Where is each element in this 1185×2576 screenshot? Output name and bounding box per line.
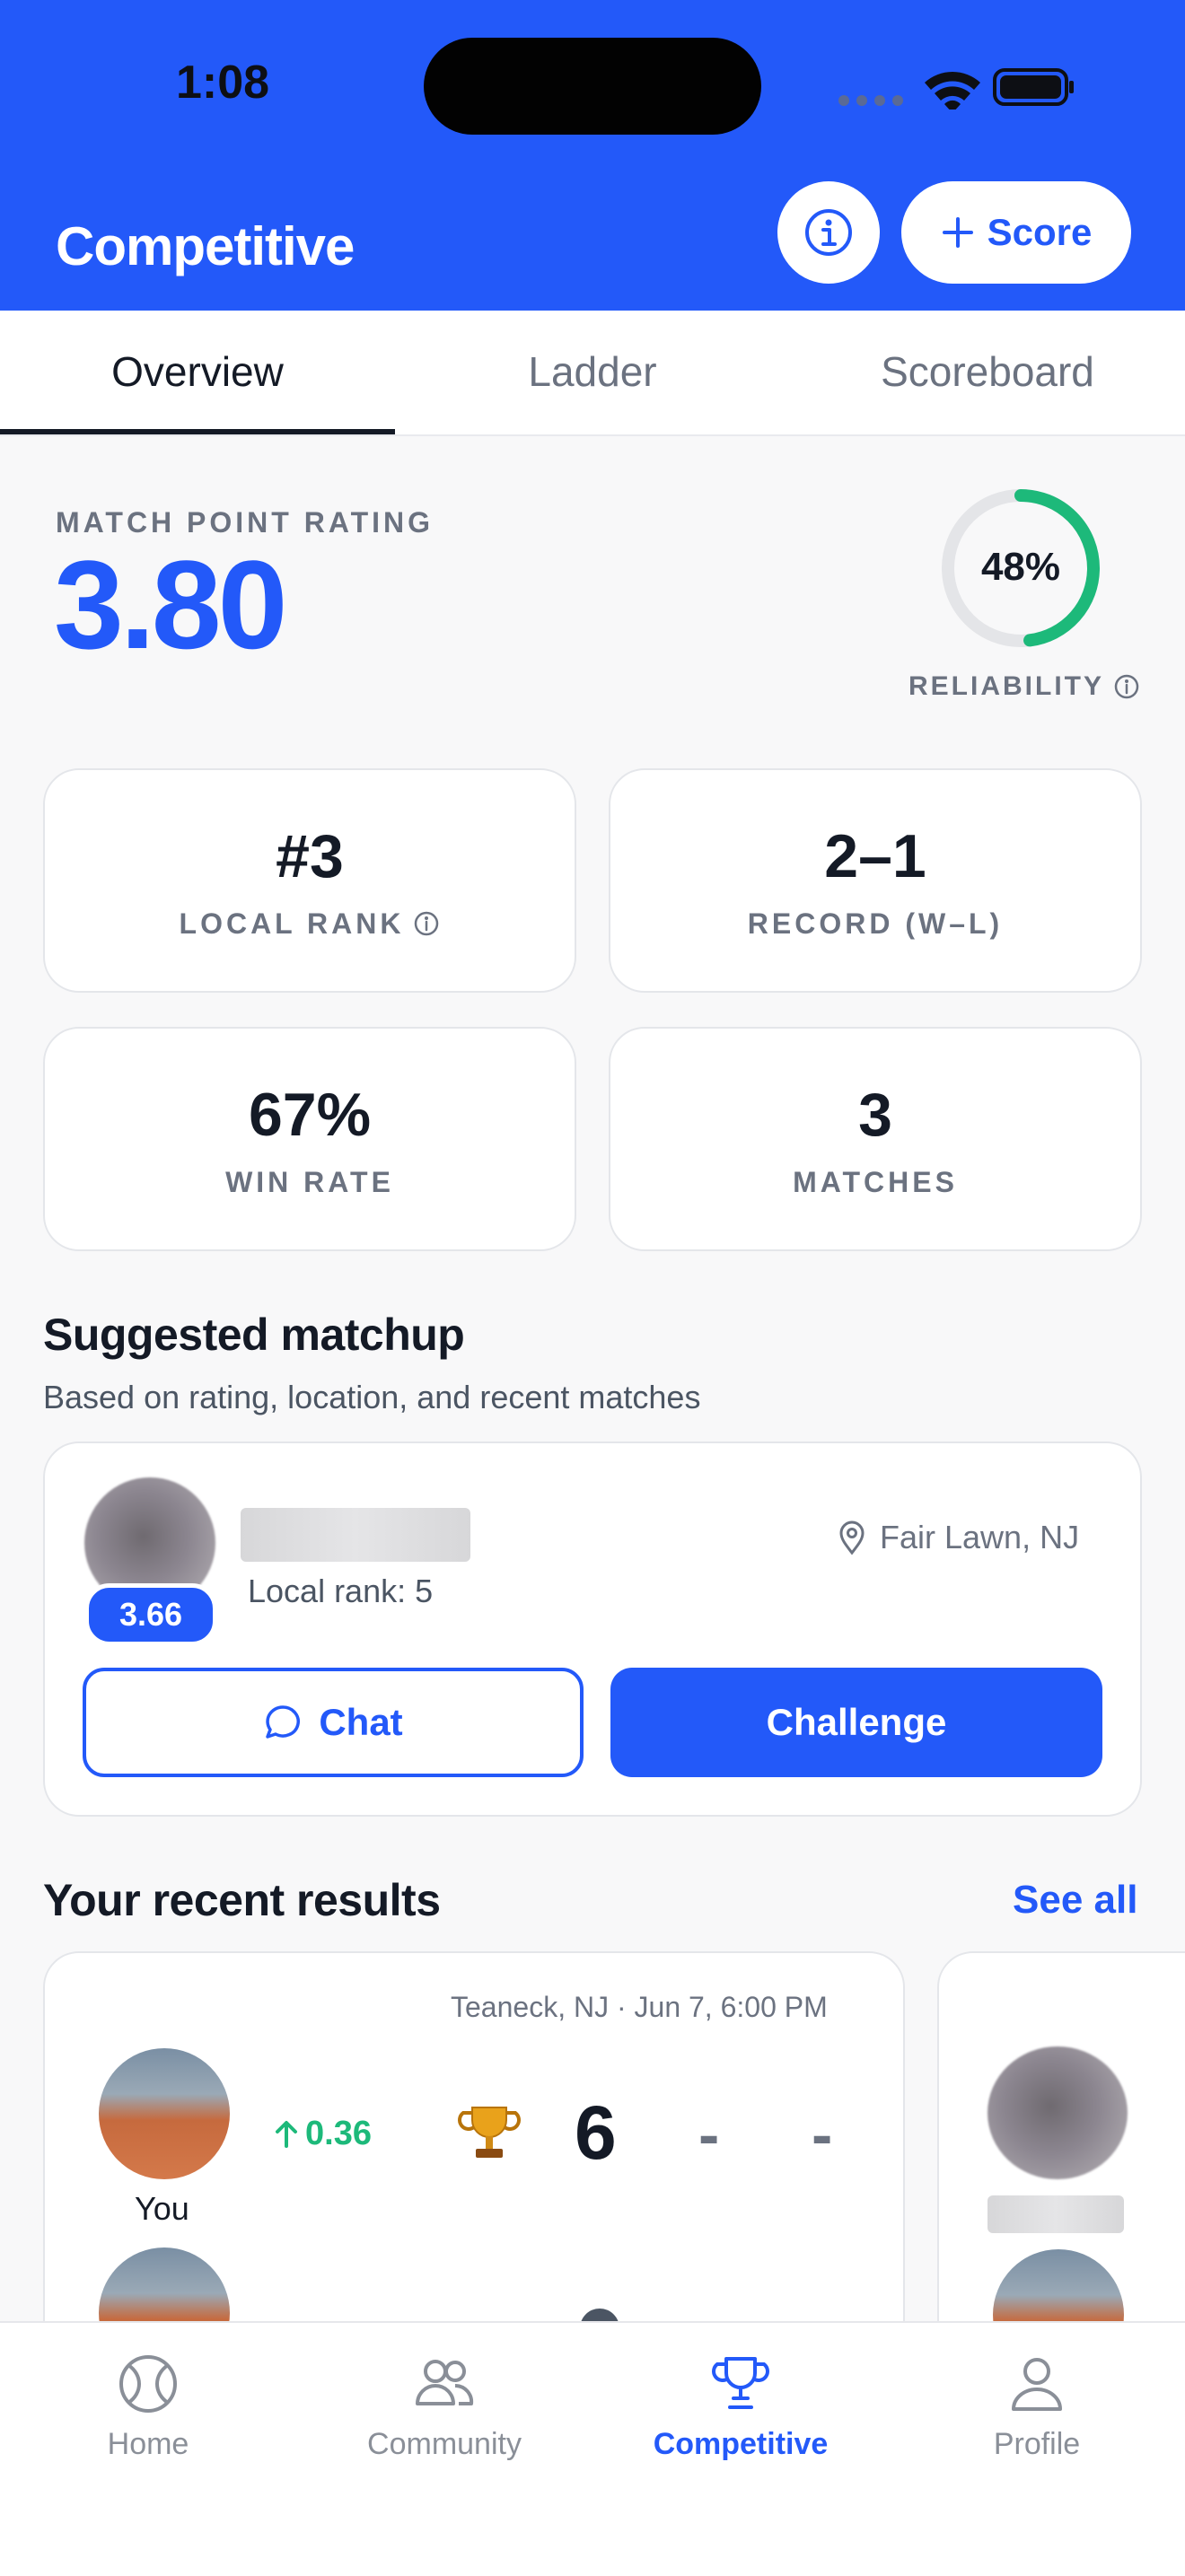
- active-tab-indicator: [0, 429, 395, 434]
- stat-value: 2–1: [824, 821, 926, 890]
- score-dash: -: [698, 2099, 720, 2169]
- tab-ladder[interactable]: Ladder: [395, 311, 790, 433]
- nav-label: Competitive: [653, 2427, 829, 2461]
- stat-card-record: 2–1 RECORD (W–L): [609, 768, 1142, 993]
- rating-value: 3.80: [54, 534, 287, 675]
- opponent-location: Fair Lawn, NJ: [837, 1519, 1079, 1556]
- location-text: Fair Lawn, NJ: [880, 1519, 1080, 1555]
- location-pin-icon: [839, 1520, 865, 1555]
- player-name: You: [135, 2190, 189, 2227]
- suggested-subtitle: Based on rating, location, and recent ma…: [43, 1379, 701, 1415]
- recent-results-title: Your recent results: [43, 1875, 441, 1925]
- people-icon: [416, 2360, 474, 2405]
- opponent-local-rank: Local rank: 5: [248, 1573, 434, 1609]
- tab-overview[interactable]: Overview: [0, 311, 395, 433]
- stat-label: MATCHES: [793, 1165, 958, 1198]
- status-icons: [838, 68, 1074, 110]
- opponent-name: [988, 2195, 1124, 2233]
- reliability-value: 48%: [981, 545, 1060, 589]
- stat-value: #3: [276, 821, 344, 890]
- tennis-ball-icon: [119, 2355, 177, 2413]
- chat-bubble-icon: [266, 1705, 301, 1739]
- chat-button[interactable]: Chat: [83, 1668, 584, 1777]
- opponent-name: [241, 1508, 470, 1562]
- stat-card-win-rate: 67% WIN RATE: [43, 1027, 576, 1251]
- result-meta: Teaneck, NJ · Jun 7, 6:00 PM: [451, 1991, 828, 2023]
- nav-competitive[interactable]: Competitive: [592, 2352, 889, 2486]
- cellular-signal-icon: [838, 95, 903, 106]
- info-circle-icon: [805, 209, 852, 256]
- score-button-label: Score: [987, 211, 1093, 253]
- reliability-label: RELIABILITY: [908, 671, 1104, 701]
- trophy-icon: [458, 2107, 521, 2158]
- plus-icon: [942, 217, 973, 248]
- opponent-avatar: [988, 2046, 1128, 2179]
- info-button[interactable]: [777, 181, 880, 284]
- nav-home[interactable]: Home: [0, 2352, 296, 2486]
- nav-label: Home: [107, 2427, 189, 2461]
- player-photo: [99, 2048, 230, 2179]
- stat-card-local-rank: #3 LOCAL RANK: [43, 768, 576, 993]
- suggested-title: Suggested matchup: [43, 1310, 465, 1360]
- stat-value: 3: [858, 1080, 892, 1149]
- nav-profile[interactable]: Profile: [889, 2352, 1185, 2486]
- info-icon[interactable]: [1113, 673, 1140, 700]
- arrow-up-icon: [276, 2120, 297, 2148]
- challenge-button[interactable]: Challenge: [610, 1668, 1102, 1777]
- trophy-icon: [712, 2357, 769, 2409]
- stat-label: WIN RATE: [225, 1165, 394, 1198]
- person-icon: [1012, 2358, 1062, 2411]
- stat-value: 67%: [248, 1080, 372, 1149]
- tab-scoreboard[interactable]: Scoreboard: [790, 311, 1185, 433]
- info-icon[interactable]: [413, 910, 440, 937]
- stat-label: LOCAL RANK: [179, 907, 405, 940]
- reliability-label-row: RELIABILITY: [908, 671, 1140, 702]
- rating-change: 0.36: [273, 2115, 372, 2153]
- dynamic-island: [424, 38, 761, 135]
- status-time: 1:08: [176, 57, 270, 109]
- score-dash: -: [812, 2099, 833, 2169]
- wifi-icon: [925, 71, 980, 110]
- rating-change-value: 0.36: [305, 2115, 372, 2152]
- battery-icon: [993, 68, 1074, 106]
- stat-label: RECORD (W–L): [747, 907, 1004, 940]
- score-value: 6: [575, 2090, 617, 2175]
- opponent-rating-badge: 3.66: [84, 1583, 217, 1646]
- reliability-ring: 48%: [942, 489, 1100, 647]
- stat-card-matches: 3 MATCHES: [609, 1027, 1142, 1251]
- see-all-link[interactable]: See all: [1013, 1878, 1137, 1923]
- add-score-button[interactable]: Score: [901, 181, 1131, 284]
- nav-label: Community: [367, 2427, 522, 2461]
- nav-community[interactable]: Community: [296, 2352, 592, 2486]
- page-title: Competitive: [56, 216, 355, 276]
- nav-label: Profile: [993, 2427, 1081, 2461]
- chat-button-label: Chat: [319, 1701, 403, 1743]
